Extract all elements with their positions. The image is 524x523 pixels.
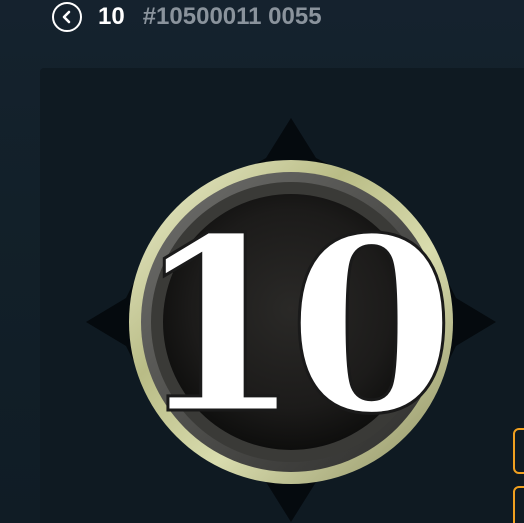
rank-emblem: 10: [86, 118, 496, 522]
side-button-1[interactable]: [513, 428, 524, 474]
header-bar: 10 #10500011 0055: [52, 0, 322, 34]
item-code: #10500011 0055: [142, 3, 322, 30]
emblem-number: 10: [135, 185, 444, 467]
detail-page: 10 #10500011 0055 10: [0, 0, 524, 523]
side-button-2[interactable]: [513, 486, 524, 523]
back-button[interactable]: [52, 2, 82, 32]
page-title: 10: [98, 3, 125, 30]
chevron-left-icon: [62, 10, 71, 24]
